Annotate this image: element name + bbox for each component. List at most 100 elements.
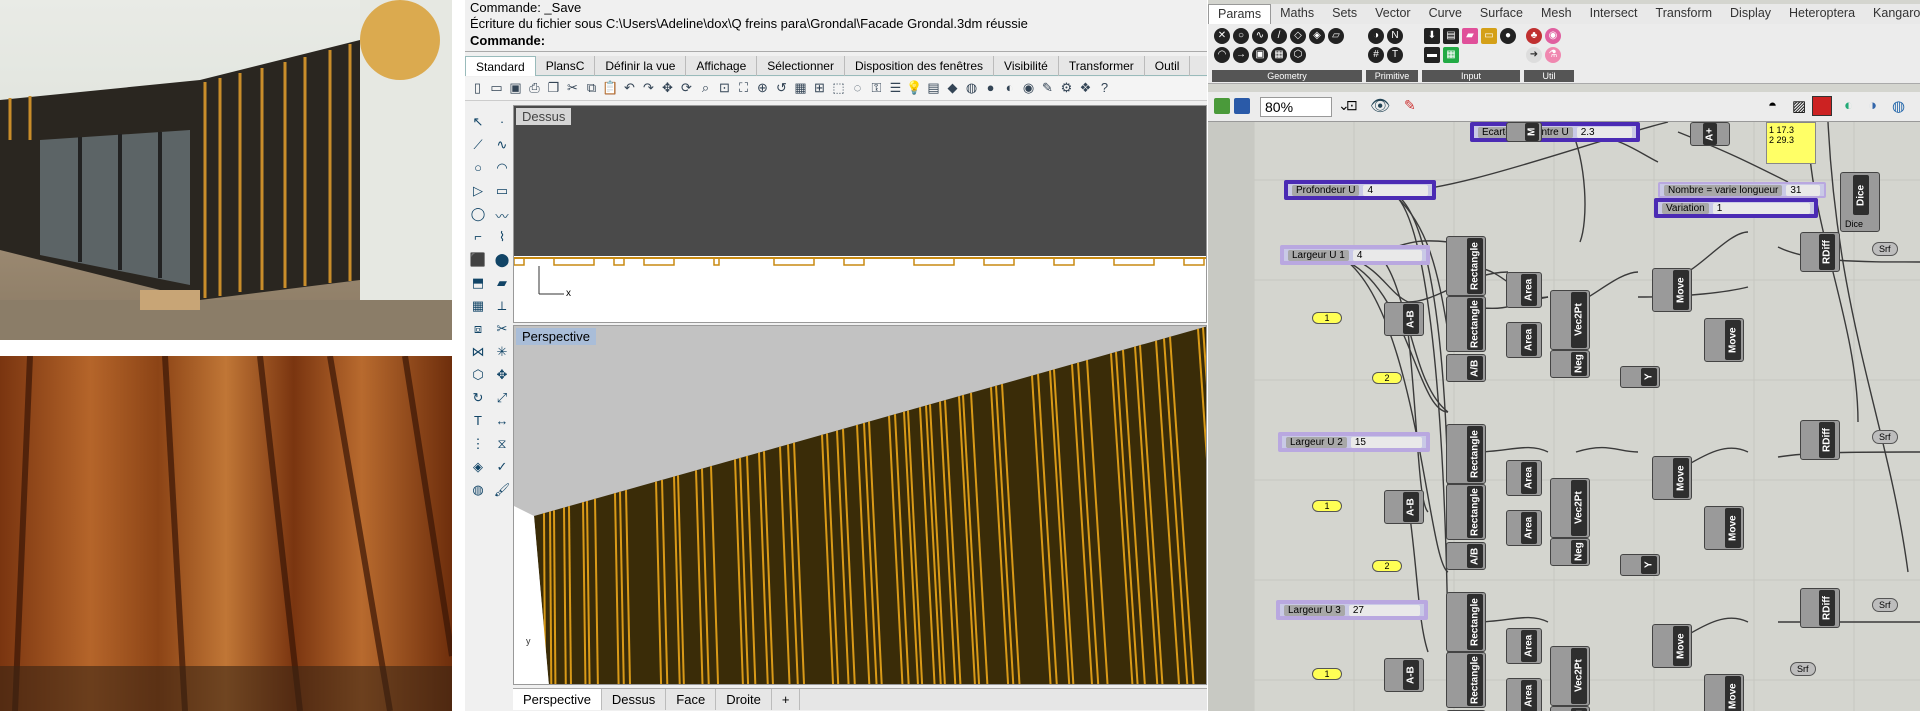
material-icon[interactable]: ◆ xyxy=(944,79,961,96)
srf-output-extra[interactable]: Srf xyxy=(1790,662,1816,676)
node-area-b-0[interactable]: Area xyxy=(1506,322,1542,358)
panel-two-0[interactable]: 2 xyxy=(1372,372,1402,384)
output-panel[interactable]: 1 17.3 2 29.3 xyxy=(1766,122,1816,164)
node-y-0[interactable]: Y xyxy=(1620,366,1660,388)
panel-one-0[interactable]: 1 xyxy=(1312,312,1342,324)
command-prompt[interactable]: Commande: xyxy=(465,32,1207,52)
pencil-icon[interactable]: ✎ xyxy=(1039,79,1056,96)
geo-plane-icon[interactable]: ▱ xyxy=(1328,28,1344,44)
render-icon[interactable]: ◉ xyxy=(1020,79,1037,96)
tab-selectionner[interactable]: Sélectionner xyxy=(757,56,845,76)
gh-canvas[interactable]: Ecartement entre U 2.3 Profondeur U 4 No… xyxy=(1208,122,1920,711)
slider-nombre[interactable]: Nombre = varie longueur 31 xyxy=(1658,182,1826,198)
vtab-droite[interactable]: Droite xyxy=(716,689,772,710)
srf-output-0[interactable]: Srf xyxy=(1872,242,1898,256)
ghtab-heteroptera[interactable]: Heteroptera xyxy=(1780,4,1864,24)
shaded-preview-icon[interactable]: ◑ xyxy=(1868,97,1877,114)
node-dice[interactable]: Dice Dice xyxy=(1840,172,1880,232)
copy-icon[interactable]: ❐ xyxy=(545,79,562,96)
rotate-tool-icon[interactable]: ↻ xyxy=(467,390,489,411)
select-arrow-icon[interactable]: ↖ xyxy=(467,114,489,135)
analyze-icon[interactable]: ◈ xyxy=(467,459,489,480)
paste-icon[interactable]: 📋 xyxy=(602,79,619,96)
node-rectangle-b-0[interactable]: Rectangle xyxy=(1446,296,1486,352)
node-area-a-1[interactable]: Area xyxy=(1506,460,1542,496)
node-area-a-2[interactable]: Area xyxy=(1506,628,1542,664)
tab-affichage[interactable]: Affichage xyxy=(686,56,758,76)
open-file-icon[interactable]: ▭ xyxy=(488,79,505,96)
panel-two-1[interactable]: 2 xyxy=(1372,560,1402,572)
cut-icon[interactable]: ✂ xyxy=(564,79,581,96)
node-rectangle-b-1[interactable]: Rectangle xyxy=(1446,484,1486,540)
mirror-icon[interactable]: ⧖ xyxy=(491,436,513,457)
node-rectangle-a-2[interactable]: Rectangle xyxy=(1446,592,1486,652)
ghtab-sets[interactable]: Sets xyxy=(1323,4,1366,24)
zoom-dropdown[interactable]: 80% xyxy=(1260,97,1332,117)
rectangle-tool-icon[interactable]: ▭ xyxy=(491,183,513,204)
node-rectangle-a-1[interactable]: Rectangle xyxy=(1446,424,1486,484)
geo-circle-icon[interactable]: ○ xyxy=(1233,28,1249,44)
dimension-icon[interactable]: ↔ xyxy=(491,413,513,434)
node-area-b-1[interactable]: Area xyxy=(1506,510,1542,546)
point-icon[interactable]: · xyxy=(491,114,513,135)
explode-icon[interactable]: ✳ xyxy=(491,344,513,365)
circle-tool-icon[interactable]: ○ xyxy=(467,160,489,181)
shaded-sphere-icon[interactable]: ◐ xyxy=(1001,79,1018,96)
print-icon[interactable]: ⎙ xyxy=(526,79,543,96)
set-cplane-icon[interactable]: ⊞ xyxy=(811,79,828,96)
vtab-dessus[interactable]: Dessus xyxy=(602,689,667,710)
render-tool-icon[interactable]: ◍ xyxy=(467,482,489,503)
color-wheel-icon[interactable]: ◍ xyxy=(963,79,980,96)
util-data-icon[interactable]: ◉ xyxy=(1545,28,1561,44)
tab-disposition[interactable]: Disposition des fenêtres xyxy=(845,56,995,76)
node-ab-1[interactable]: A/B xyxy=(1446,542,1486,570)
srf-output-1[interactable]: Srf xyxy=(1872,430,1898,444)
render-sphere-icon[interactable]: ● xyxy=(982,79,999,96)
mesh-icon[interactable]: ▦ xyxy=(467,298,489,319)
input-button-icon[interactable]: ▬ xyxy=(1424,47,1440,63)
node-neg-0[interactable]: Neg xyxy=(1550,350,1590,378)
bake-icon[interactable]: ◓ xyxy=(1768,97,1777,114)
slider-profondeur[interactable]: Profondeur U 4 xyxy=(1284,180,1436,200)
tab-definir-vue[interactable]: Définir la vue xyxy=(595,56,687,76)
slider-largeur-2[interactable]: Largeur U 2 15 xyxy=(1278,432,1430,452)
gh-save-icon[interactable] xyxy=(1234,98,1250,114)
geo-surface-icon[interactable]: ◇ xyxy=(1290,28,1306,44)
group-icon[interactable]: ⬡ xyxy=(467,367,489,388)
lock-icon[interactable]: ⚿ xyxy=(868,79,885,96)
properties-icon[interactable]: ▤ xyxy=(925,79,942,96)
ghtab-kangaroo2[interactable]: Kangaroo2 xyxy=(1864,4,1920,24)
tab-standard[interactable]: Standard xyxy=(465,56,536,76)
geo-mesh-icon[interactable]: ▦ xyxy=(1271,47,1287,63)
prim-number-icon[interactable]: # xyxy=(1368,47,1384,63)
arc-icon[interactable]: ◠ xyxy=(491,160,513,181)
new-file-icon[interactable]: ▯ xyxy=(469,79,486,96)
help-icon[interactable]: ? xyxy=(1096,79,1113,96)
vtab-add[interactable]: + xyxy=(772,689,801,710)
ghtab-intersect[interactable]: Intersect xyxy=(1581,4,1647,24)
prim-integer-icon[interactable]: N xyxy=(1387,28,1403,44)
tab-outil[interactable]: Outil xyxy=(1145,56,1191,76)
grasshopper-icon[interactable]: ❖ xyxy=(1077,79,1094,96)
node-neg-2[interactable]: Neg xyxy=(1550,706,1590,711)
array-icon[interactable]: ⋮ xyxy=(467,436,489,457)
curve-icon[interactable]: ∿ xyxy=(491,137,513,158)
hide-icon[interactable]: ◌ xyxy=(849,79,866,96)
tab-visibilite[interactable]: Visibilité xyxy=(994,56,1059,76)
ghtab-transform[interactable]: Transform xyxy=(1647,4,1722,24)
node-amb-0[interactable]: A-B xyxy=(1384,302,1424,336)
node-vec2pt-2[interactable]: Vec2Pt xyxy=(1550,646,1590,706)
join-icon[interactable]: ⋈ xyxy=(467,344,489,365)
node-move-a-2[interactable]: Move xyxy=(1652,624,1692,668)
geo-box-icon[interactable]: ▣ xyxy=(1252,47,1268,63)
ghtab-mesh[interactable]: Mesh xyxy=(1532,4,1581,24)
redo-icon[interactable]: ↷ xyxy=(640,79,657,96)
tab-transformer[interactable]: Transformer xyxy=(1059,56,1145,76)
geo-point-icon[interactable]: ✕ xyxy=(1214,28,1230,44)
util-cherry-icon[interactable]: ♣ xyxy=(1526,28,1542,44)
geo-curve-icon[interactable]: ∿ xyxy=(1252,28,1268,44)
input-slider-icon[interactable]: ▭ xyxy=(1481,28,1497,44)
node-area-b-2[interactable]: Area xyxy=(1506,678,1542,711)
node-neg-1[interactable]: Neg xyxy=(1550,538,1590,566)
ghtab-params[interactable]: Params xyxy=(1208,4,1272,24)
